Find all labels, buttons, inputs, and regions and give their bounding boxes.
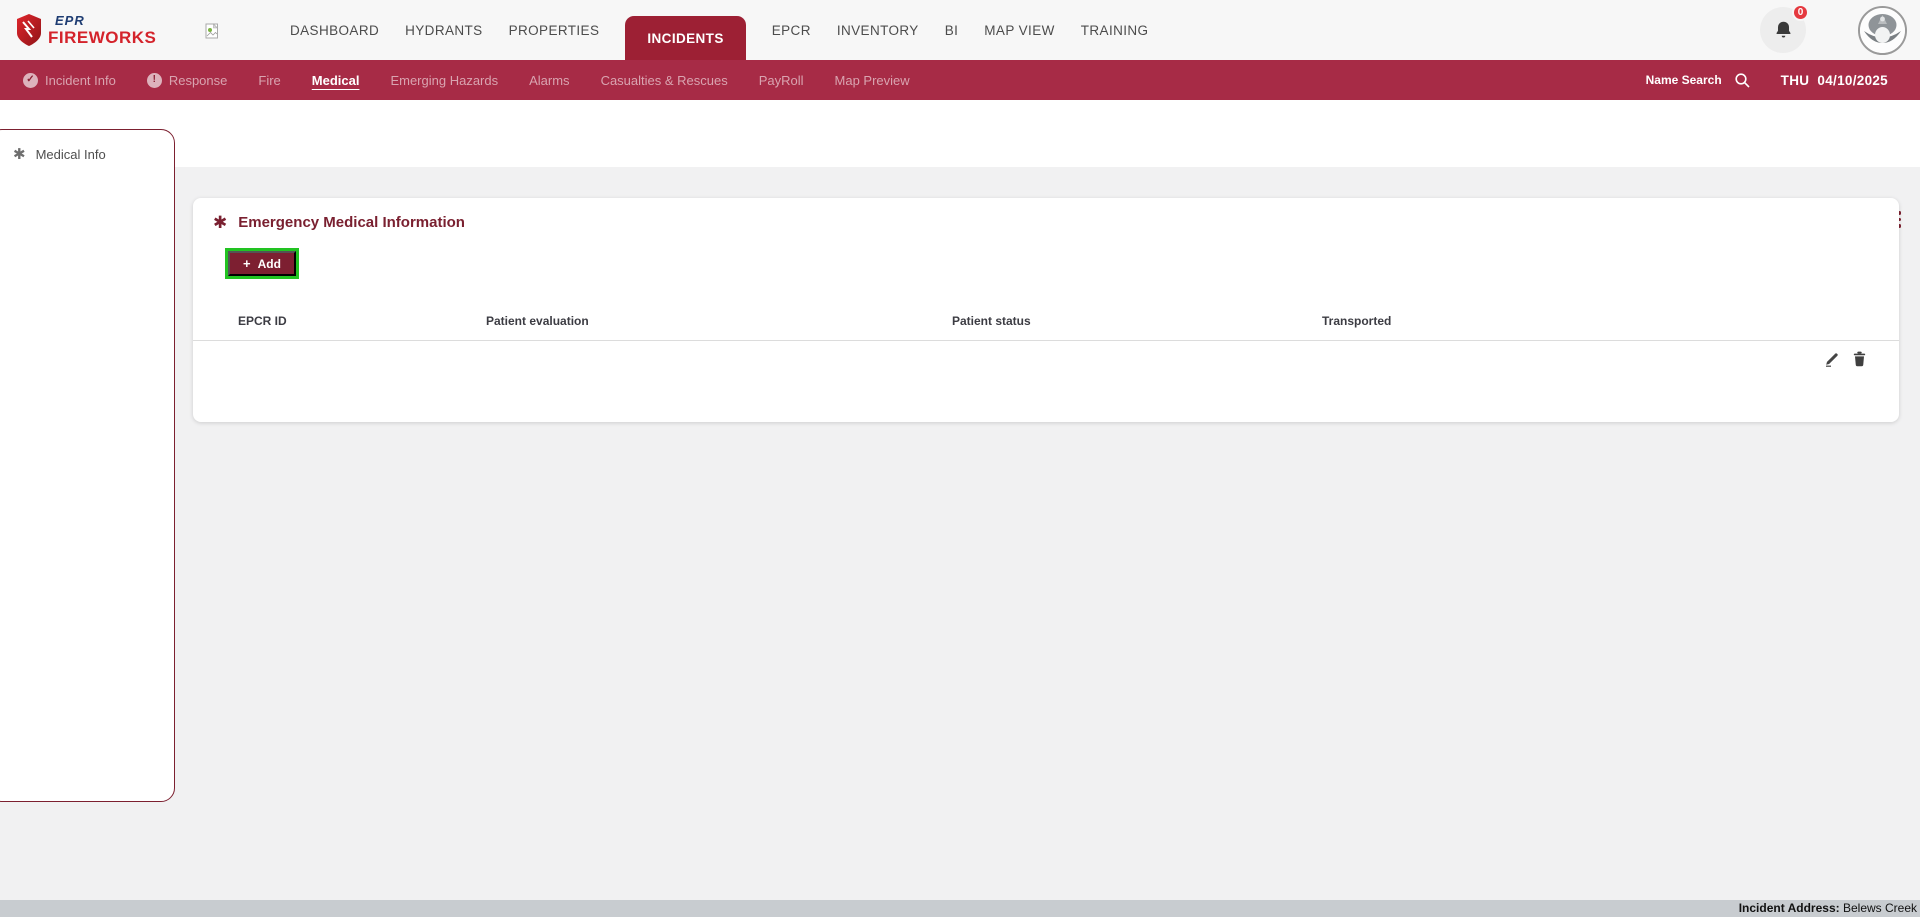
brand-fireworks: FIREWORKS (48, 29, 156, 46)
emergency-medical-card: ✱ Emergency Medical Information + Add EP… (193, 198, 1899, 422)
nav-epcr[interactable]: EPCR (772, 0, 811, 60)
notification-badge: 0 (1792, 4, 1809, 21)
plus-icon: + (243, 257, 251, 270)
subnav-incident-info[interactable]: ✓ Incident Info (23, 73, 116, 88)
delete-trash-icon[interactable] (1852, 351, 1867, 367)
subnav-alarms[interactable]: Alarms (529, 73, 569, 88)
medical-asterisk-icon: ✱ (213, 214, 227, 231)
sidebar-item-medical-info[interactable]: ✱ Medical Info (0, 130, 174, 162)
notifications-button[interactable]: 0 (1760, 7, 1806, 53)
primary-nav: DASHBOARD HYDRANTS PROPERTIES INCIDENTS … (290, 0, 1148, 60)
incident-header-band: Incident Validate Incident ✓ Complete ✖ … (0, 100, 1920, 167)
logo-shield-icon (16, 13, 42, 47)
incident-address-value: Belews Creek (1843, 901, 1917, 915)
status-strip: Incident Address: Belews Creek (0, 900, 1920, 917)
subnav-casualties-rescues[interactable]: Casualties & Rescues (601, 73, 728, 88)
table-row (193, 341, 1899, 379)
nav-training[interactable]: TRAINING (1081, 0, 1149, 60)
subnav-response[interactable]: ! Response (147, 73, 228, 88)
subnav-emerging-hazards[interactable]: Emerging Hazards (390, 73, 498, 88)
user-avatar[interactable] (1858, 6, 1907, 55)
subnav-fire[interactable]: Fire (258, 73, 280, 88)
subnav-medical-active[interactable]: Medical (312, 73, 360, 88)
add-button[interactable]: + Add (228, 251, 296, 276)
nav-incidents-active-tab[interactable]: INCIDENTS (625, 16, 745, 60)
exclamation-circle-icon: ! (147, 73, 162, 88)
edit-pencil-icon[interactable] (1824, 351, 1840, 367)
name-search-button[interactable]: Name Search (1646, 73, 1722, 87)
add-button-highlight: + Add (225, 248, 299, 279)
brand-epr: EPR (55, 14, 156, 27)
search-icon[interactable] (1734, 72, 1751, 89)
helmet-avatar-image (1860, 8, 1905, 53)
top-header: EPR FIREWORKS DASHBOARD HYDRANTS PROPERT… (0, 0, 1920, 60)
nav-hydrants[interactable]: HYDRANTS (405, 0, 482, 60)
incident-subnav: ✓ Incident Info ! Response Fire Medical … (0, 60, 1920, 100)
subnav-map-preview[interactable]: Map Preview (835, 73, 910, 88)
card-title: Emergency Medical Information (238, 214, 465, 231)
nav-properties[interactable]: PROPERTIES (509, 0, 600, 60)
subnav-payroll[interactable]: PayRoll (759, 73, 804, 88)
bell-icon (1773, 19, 1794, 41)
column-patient-status: Patient status (952, 314, 1031, 328)
broken-image-icon (205, 23, 219, 39)
incident-address-label: Incident Address: (1739, 901, 1840, 915)
table-header-row: EPCR ID Patient evaluation Patient statu… (193, 304, 1899, 341)
check-circle-icon: ✓ (23, 73, 38, 88)
nav-map-view[interactable]: MAP VIEW (984, 0, 1054, 60)
nav-bi[interactable]: BI (945, 0, 959, 60)
asterisk-icon: ✱ (13, 147, 26, 162)
nav-inventory[interactable]: INVENTORY (837, 0, 919, 60)
nav-dashboard[interactable]: DASHBOARD (290, 0, 379, 60)
column-epcr-id: EPCR ID (238, 314, 287, 328)
current-date: THU 04/10/2025 (1781, 73, 1888, 88)
column-transported: Transported (1322, 314, 1391, 328)
column-patient-evaluation: Patient evaluation (486, 314, 589, 328)
medical-sidebar: ✱ Medical Info (0, 129, 175, 802)
app-logo[interactable]: EPR FIREWORKS (16, 13, 156, 47)
